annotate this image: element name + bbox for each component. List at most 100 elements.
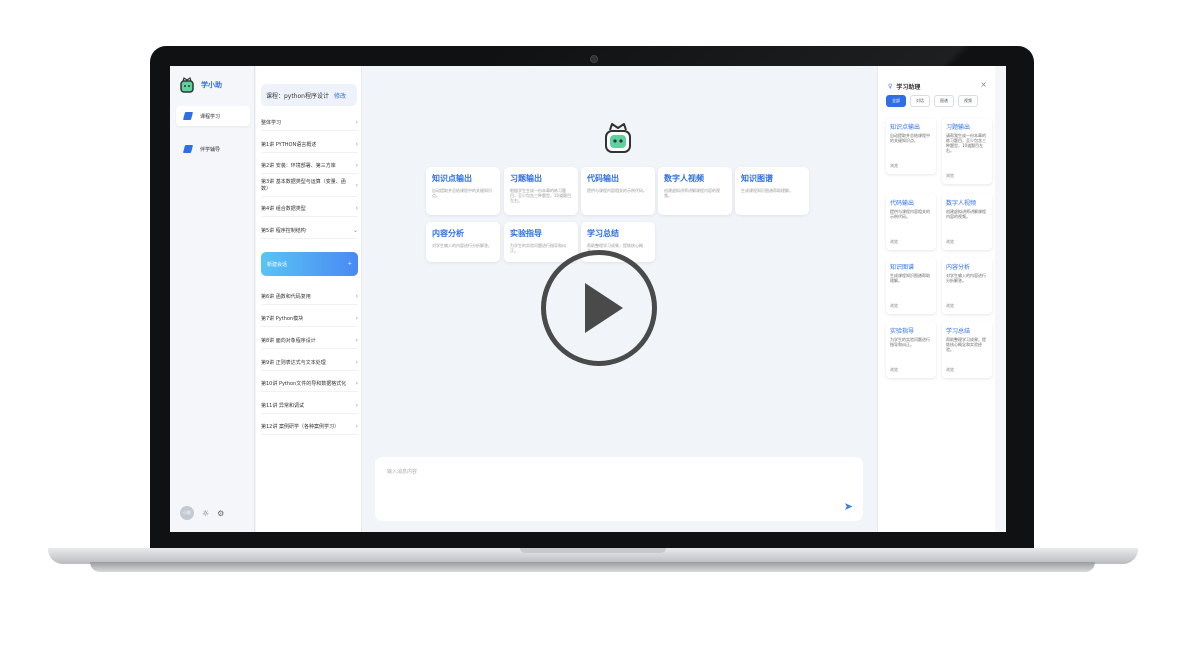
brand: 学小助 bbox=[178, 76, 222, 94]
panel-card-browse[interactable]: 浏览 bbox=[946, 173, 954, 179]
feature-card-knowledge-graph[interactable]: 知识图谱 生成课程知识图谱帮助理解。 bbox=[735, 167, 809, 215]
panel-card-desc: 帮助整理学习成果，提炼核心概念和实验经验。 bbox=[946, 337, 986, 352]
card-desc: 为学生的实验问题进行指导和纠正。 bbox=[510, 243, 566, 254]
course-edit-link[interactable]: 修改 bbox=[334, 91, 346, 100]
settings-icon[interactable]: ⚙ bbox=[217, 509, 224, 518]
panel-card[interactable]: 数字人视频 创建虚拟讲师讲解课程内容的视频。 浏览 bbox=[942, 194, 992, 250]
send-icon[interactable]: ➤ bbox=[844, 500, 853, 513]
chapter-item[interactable]: 第11讲 异常和调试 › bbox=[261, 402, 358, 414]
chevron-right-icon: › bbox=[355, 293, 358, 300]
message-input[interactable]: 输入消息内容 ➤ bbox=[375, 457, 863, 521]
panel-card-desc: 创建虚拟讲师讲解课程内容的视频。 bbox=[946, 209, 986, 219]
chapter-item[interactable]: 第6讲 函数和代码复用 › bbox=[261, 293, 358, 305]
panel-title-text: 学习助理 bbox=[896, 84, 921, 91]
panel-card-desc: 自动提取并总结课程中的关键知识点。 bbox=[890, 133, 930, 143]
filter-tab-video[interactable]: 视频 bbox=[958, 95, 978, 107]
panel-card-desc: 为学生的实验问题进行指导和纠正。 bbox=[890, 337, 930, 347]
filter-tab-dialog[interactable]: 对话 bbox=[910, 95, 930, 107]
bulb-icon: ♀ bbox=[888, 83, 893, 90]
robot-logo-icon bbox=[180, 77, 194, 93]
chapter-label: 整体学习 bbox=[261, 120, 282, 126]
chapter-item-expanded[interactable]: 第5讲 程序控制结构 ⌄ bbox=[261, 227, 358, 239]
laptop-base-groove bbox=[520, 548, 666, 553]
panel-card-browse[interactable]: 浏览 bbox=[890, 239, 898, 245]
left-rail: 学小助 课程学习 伴学辅导 小助 ☼ ⚙ bbox=[170, 66, 255, 532]
assistant-panel: ♀ 学习助理 × 全部 对话 图谱 视频 知识点输出 自动提取并总结课程中的关键… bbox=[877, 66, 995, 532]
chapter-item[interactable]: 第9讲 正则表达式与文本处理 › bbox=[261, 359, 358, 371]
panel-card-browse[interactable]: 浏览 bbox=[890, 303, 898, 309]
chapter-item[interactable]: 第1讲 PYTHON语言概述 › bbox=[261, 141, 358, 153]
chapter-item[interactable]: 第10讲 Python文件的导和数据格式化 › bbox=[261, 380, 358, 392]
panel-card[interactable]: 代码输出 提供与课程内容相关的示例代码。 浏览 bbox=[886, 194, 936, 250]
chapter-item[interactable]: 第8讲 面向对象程序设计 › bbox=[261, 337, 358, 349]
new-chat-button[interactable]: 新建会话 + bbox=[261, 252, 358, 276]
book-icon bbox=[182, 112, 194, 120]
rail-item-label: 伴学辅导 bbox=[200, 146, 221, 153]
panel-card-title: 数字人视频 bbox=[946, 200, 977, 207]
panel-card-desc: 对学生输入的内容进行分析解答。 bbox=[946, 273, 986, 283]
panel-card-browse[interactable]: 浏览 bbox=[946, 367, 954, 373]
chevron-right-icon: › bbox=[355, 423, 358, 430]
filter-tabs: 全部 对话 图谱 视频 bbox=[886, 95, 978, 107]
panel-card[interactable]: 实验指导 为学生的实验问题进行指导和纠正。 浏览 bbox=[886, 322, 936, 378]
feature-card-code[interactable]: 代码输出 提供与课程内容相关的示例代码。 bbox=[581, 167, 655, 215]
filter-tab-all[interactable]: 全部 bbox=[886, 95, 906, 107]
panel-card[interactable]: 习题输出 请帮我生成一份本章的练习题目，至少包含三种题型，10道题目左右。 浏览 bbox=[942, 118, 992, 184]
card-desc: 自动提取并总结课程中的关键知识点。 bbox=[432, 188, 492, 199]
chapter-label: 第7讲 Python模块 bbox=[261, 316, 304, 322]
chapter-item[interactable]: 第2讲 安装：环境部署、第三方库 › bbox=[261, 162, 358, 174]
feature-card-experiment[interactable]: 实验指导 为学生的实验问题进行指导和纠正。 bbox=[504, 222, 578, 262]
panel-card-browse[interactable]: 浏览 bbox=[946, 303, 954, 309]
card-desc: 生成课程知识图谱帮助理解。 bbox=[741, 188, 793, 193]
card-title: 实验指导 bbox=[510, 229, 542, 238]
rail-footer: 小助 ☼ ⚙ bbox=[180, 506, 224, 520]
panel-card[interactable]: 内容分析 对学生输入的内容进行分析解答。 浏览 bbox=[942, 258, 992, 314]
panel-title: ♀ 学习助理 bbox=[888, 82, 920, 91]
chapter-item[interactable]: 整体学习 › bbox=[261, 119, 358, 131]
rail-item-label: 课程学习 bbox=[200, 113, 221, 120]
chapter-label: 第2讲 安装：环境部署、第三方库 bbox=[261, 163, 336, 169]
panel-card[interactable]: 学习总结 帮助整理学习成果，提炼核心概念和实验经验。 浏览 bbox=[942, 322, 992, 378]
card-desc: 提供与课程内容相关的示例代码。 bbox=[587, 188, 647, 193]
chapter-label: 第5讲 程序控制结构 bbox=[261, 228, 306, 234]
card-title: 学习总结 bbox=[587, 229, 619, 238]
course-selector: 课程：python程序设计 修改 bbox=[261, 84, 357, 106]
chapter-label: 第9讲 正则表达式与文本处理 bbox=[261, 360, 326, 366]
chapter-item[interactable]: 第7讲 Python模块 › bbox=[261, 315, 358, 327]
theme-icon[interactable]: ☼ bbox=[202, 509, 209, 518]
close-icon[interactable]: × bbox=[980, 80, 987, 89]
panel-card-browse[interactable]: 浏览 bbox=[890, 163, 898, 169]
panel-card-desc: 生成课程知识图谱帮助理解。 bbox=[890, 273, 930, 283]
course-label: 课程：python程序设计 bbox=[266, 92, 329, 100]
card-desc: 创建虚拟讲师讲解课程内容的视频。 bbox=[664, 188, 720, 199]
play-icon bbox=[585, 283, 623, 333]
rail-item-course-study[interactable]: 课程学习 bbox=[176, 106, 250, 126]
feature-card-exercise[interactable]: 习题输出 根据学生生成一份本章的练习题目，至少包含三种题型，10道题目左右。 bbox=[504, 167, 578, 215]
chapter-item[interactable]: 第3讲 基本数据类型与运算（变量、函数） › bbox=[261, 178, 358, 197]
avatar[interactable]: 小助 bbox=[180, 506, 194, 520]
chapter-item[interactable]: 第12讲 案例研学（各种案例学习） › bbox=[261, 423, 358, 435]
feature-card-knowledge[interactable]: 知识点输出 自动提取并总结课程中的关键知识点。 bbox=[426, 167, 500, 215]
feature-card-content-analysis[interactable]: 内容分析 对学生输入的内容进行分析解答。 bbox=[426, 222, 500, 262]
rail-item-tutoring[interactable]: 伴学辅导 bbox=[176, 139, 250, 159]
chevron-right-icon: › bbox=[355, 380, 358, 387]
card-desc: 对学生输入的内容进行分析解答。 bbox=[432, 243, 492, 248]
robot-mascot-icon bbox=[605, 123, 631, 153]
tutor-icon bbox=[182, 145, 194, 153]
panel-card-title: 实验指导 bbox=[890, 328, 915, 335]
chapter-label: 第3讲 基本数据类型与运算（变量、函数） bbox=[261, 179, 346, 192]
chapter-item[interactable]: 第4讲 组合数据类型 › bbox=[261, 205, 358, 217]
panel-card-title: 知识图谱 bbox=[890, 264, 915, 271]
panel-card[interactable]: 知识点输出 自动提取并总结课程中的关键知识点。 浏览 bbox=[886, 118, 936, 174]
filter-tab-graph[interactable]: 图谱 bbox=[934, 95, 954, 107]
plus-icon: + bbox=[347, 261, 352, 267]
panel-card[interactable]: 知识图谱 生成课程知识图谱帮助理解。 浏览 bbox=[886, 258, 936, 314]
panel-card-browse[interactable]: 浏览 bbox=[890, 367, 898, 373]
card-title: 知识点输出 bbox=[432, 174, 472, 183]
chapter-label: 第11讲 异常和调试 bbox=[261, 403, 304, 409]
panel-card-browse[interactable]: 浏览 bbox=[946, 239, 954, 245]
card-title: 习题输出 bbox=[510, 174, 542, 183]
chapter-label: 第1讲 PYTHON语言概述 bbox=[261, 142, 317, 148]
feature-card-digital-human[interactable]: 数字人视频 创建虚拟讲师讲解课程内容的视频。 bbox=[658, 167, 732, 215]
card-title: 代码输出 bbox=[587, 174, 619, 183]
